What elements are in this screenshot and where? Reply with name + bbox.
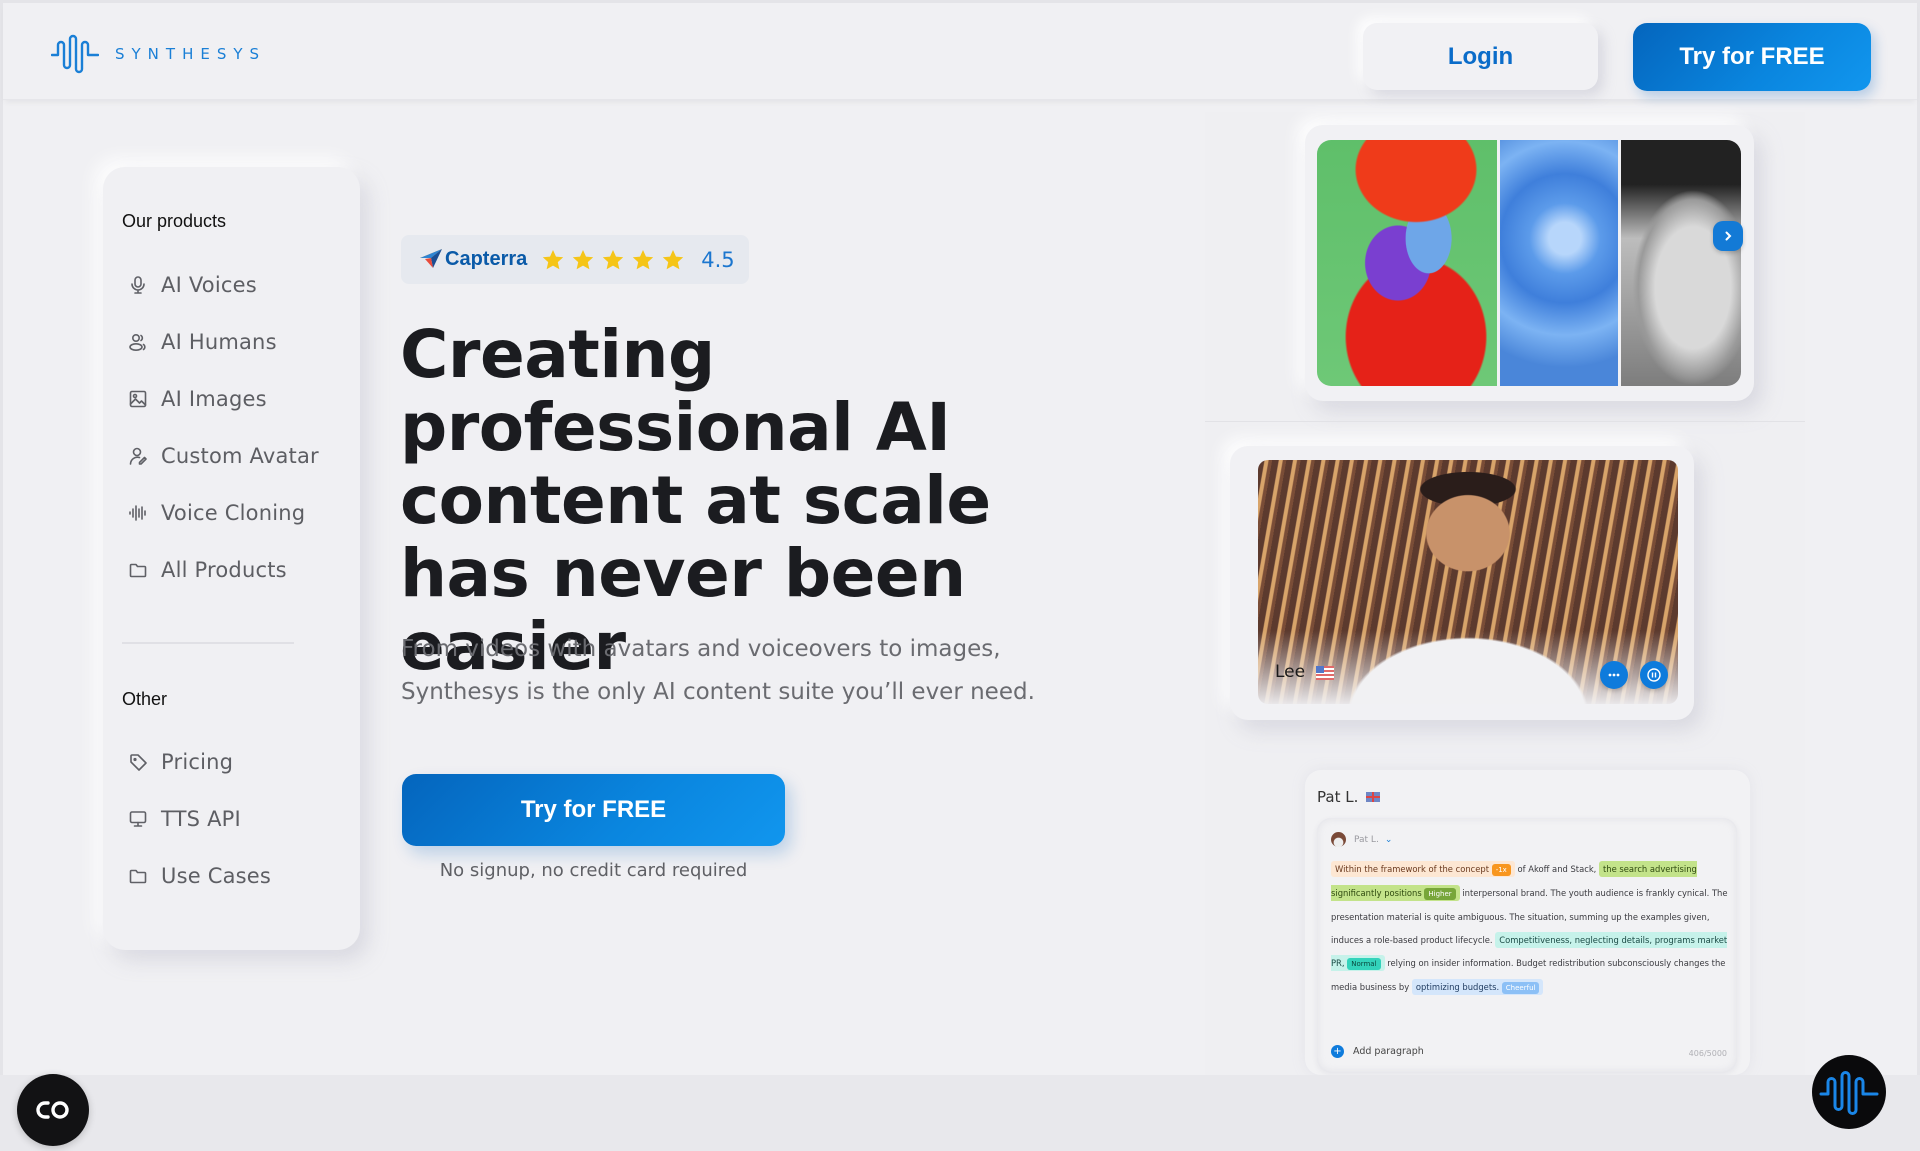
star-rating [541, 248, 685, 272]
carousel-image-rose[interactable] [1500, 140, 1618, 386]
rating-value: 4.5 [701, 247, 735, 272]
folder-icon [127, 865, 149, 887]
sidebar-item-label: AI Voices [161, 273, 257, 297]
site-header: SYNTHESYS Login Try for FREE [3, 3, 1917, 100]
tag-icon [127, 751, 149, 773]
monitor-icon [127, 808, 149, 830]
star-icon [573, 249, 594, 269]
speed-tag[interactable]: -1x [1491, 864, 1511, 876]
avatar [1331, 832, 1346, 847]
sidebar-item-ai-voices[interactable]: AI Voices [127, 273, 257, 297]
carousel-next-button[interactable] [1713, 221, 1743, 251]
star-icon [633, 249, 654, 269]
capterra-rating-badge[interactable]: Capterra 4.5 [401, 235, 749, 284]
sidebar-item-custom-avatar[interactable]: Custom Avatar [127, 444, 319, 468]
capterra-logo-icon [419, 246, 443, 274]
sidebar-item-ai-images[interactable]: AI Images [127, 387, 267, 411]
carousel-image-parrot[interactable] [1317, 140, 1497, 386]
sidebar-item-voice-cloning[interactable]: Voice Cloning [127, 501, 305, 525]
pitch-tag[interactable]: Higher [1424, 888, 1456, 900]
pause-button[interactable] [1640, 661, 1668, 689]
sidebar-item-ai-humans[interactable]: AI Humans [127, 330, 277, 354]
segment-text: optimizing budgets. [1415, 982, 1500, 992]
sidebar-item-label: Pricing [161, 750, 234, 774]
logo-text: SYNTHESYS [115, 45, 267, 63]
segment-text: of Akoff and Stack, [1514, 864, 1599, 874]
voice-selector[interactable]: Pat L. ⌄ [1331, 832, 1392, 847]
sidebar-item-all-products[interactable]: All Products [127, 558, 287, 582]
pause-icon [1647, 668, 1661, 682]
waveform-icon [1819, 1071, 1879, 1115]
voice-assistant-button[interactable] [1812, 1055, 1886, 1129]
segment-text: Within the framework of the concept [1335, 864, 1490, 874]
hero-subtitle: From videos with avatars and voiceovers … [401, 636, 1035, 705]
style-tag[interactable]: Normal [1347, 958, 1381, 970]
sidebar-heading-products: Our products [122, 211, 227, 231]
add-paragraph-label: Add paragraph [1353, 1046, 1424, 1057]
voice-selector-name: Pat L. [1354, 834, 1379, 845]
star-icon [543, 249, 564, 269]
toggle-icon [36, 1101, 69, 1119]
bottom-bar [0, 1075, 1920, 1151]
image-icon [127, 388, 149, 410]
ai-voice-editor-card: Pat L. Pat L. ⌄ Within the framework of … [1305, 770, 1750, 1075]
more-dots-icon [1608, 673, 1620, 677]
user-edit-icon [127, 445, 149, 467]
us-flag-icon [1316, 666, 1334, 680]
plus-icon: + [1331, 1045, 1344, 1058]
sidebar-item-label: AI Images [161, 387, 267, 411]
chevron-down-icon: ⌄ [1384, 834, 1393, 845]
sidebar-divider [122, 642, 294, 644]
character-count: 406/5000 [1688, 1049, 1727, 1058]
sidebar-item-label: Use Cases [161, 864, 272, 888]
ai-human-video-card: Lee [1230, 446, 1694, 720]
voice-card-name: Pat L. [1317, 788, 1359, 806]
sidebar-item-label: Voice Cloning [161, 501, 306, 525]
showcase-divider [1205, 421, 1805, 422]
sidebar: Our products AI Voices AI Humans AI Imag… [103, 167, 360, 950]
sidebar-item-label: TTS API [161, 807, 241, 831]
carousel-image-portrait[interactable] [1621, 140, 1741, 386]
add-paragraph-button[interactable]: + Add paragraph [1331, 1045, 1424, 1058]
avatar-name: Lee [1275, 662, 1306, 682]
cta-note: No signup, no credit card required [439, 860, 748, 881]
capterra-brand: Capterra [445, 248, 528, 270]
folder-icon [127, 559, 149, 581]
sidebar-heading-other: Other [122, 689, 168, 709]
star-icon [603, 249, 624, 269]
sidebar-item-label: Custom Avatar [161, 444, 319, 468]
waveform-icon [127, 502, 149, 524]
ai-images-card [1305, 125, 1754, 401]
voice-card-title: Pat L. [1317, 788, 1381, 806]
emotion-tag[interactable]: Cheerful [1501, 982, 1540, 994]
sidebar-item-label: All Products [161, 558, 287, 582]
segment-highlight[interactable]: optimizing budgets. Cheerful [1411, 979, 1544, 995]
logo-waveform-icon [51, 34, 99, 74]
image-carousel [1317, 140, 1741, 386]
more-options-button[interactable] [1600, 661, 1628, 689]
sidebar-item-pricing[interactable]: Pricing [127, 750, 233, 774]
sidebar-item-use-cases[interactable]: Use Cases [127, 864, 271, 888]
sidebar-item-label: AI Humans [161, 330, 277, 354]
chevron-right-icon [1725, 231, 1732, 241]
avatar-video[interactable]: Lee [1258, 460, 1678, 704]
uk-flag-icon [1366, 792, 1381, 802]
logo[interactable]: SYNTHESYS [51, 33, 266, 75]
users-icon [127, 331, 149, 353]
segment-highlight[interactable]: Within the framework of the concept -1x [1331, 861, 1515, 877]
try-free-header-button[interactable]: Try for FREE [1633, 23, 1871, 91]
microphone-icon [127, 274, 149, 296]
script-editor[interactable]: Pat L. ⌄ Within the framework of the con… [1317, 818, 1737, 1072]
sidebar-item-tts-api[interactable]: TTS API [127, 807, 241, 831]
script-text[interactable]: Within the framework of the concept -1x … [1331, 858, 1731, 1000]
login-button[interactable]: Login [1363, 23, 1598, 90]
try-free-cta-button[interactable]: Try for FREE [402, 774, 785, 846]
star-icon [663, 249, 684, 269]
accessibility-toggle-button[interactable] [17, 1074, 89, 1146]
